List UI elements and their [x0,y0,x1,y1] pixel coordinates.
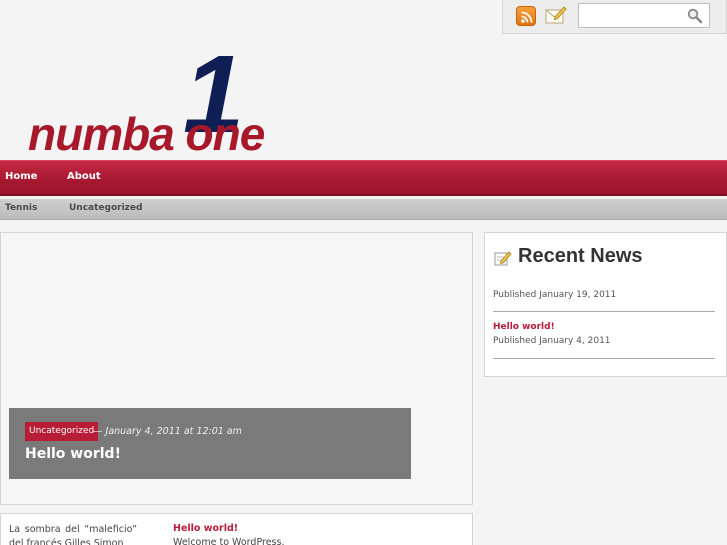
main-nav: Home About [0,160,727,196]
divider [493,358,715,359]
featured-post-title[interactable]: Hello world! [25,446,121,462]
post-excerpt: Welcome to WordPress. [173,537,285,545]
search-input[interactable] [583,7,683,24]
widget-title: Recent News [518,245,643,267]
category-item-uncategorized[interactable]: Uncategorized [69,203,142,213]
list-item: Published January 19, 2011 [493,290,715,300]
posts-panel: La sombra del “maleficio” del francés Gi… [0,513,473,545]
recent-news-widget: Recent News Published January 19, 2011 H… [484,232,727,377]
post-meta: Published January 4, 2011 [493,336,611,346]
category-item-tennis[interactable]: Tennis [5,203,37,213]
search-icon[interactable] [687,8,703,28]
rss-icon[interactable] [516,6,536,26]
logo-text: numba one [28,108,265,160]
list-item: Hello world! Published January 4, 2011 [493,322,715,346]
post-date: — January 4, 2011 at 12:01 am [93,426,242,437]
featured-post: Uncategorized — January 4, 2011 at 12:01… [0,232,473,505]
post-meta: Published January 19, 2011 [493,290,617,300]
post-excerpt: La sombra del “maleficio” del francés Gi… [9,524,137,545]
nav-item-home[interactable]: Home [5,171,37,182]
recent-post-link[interactable]: Hello world! [493,322,715,332]
featured-caption: Uncategorized — January 4, 2011 at 12:01… [9,408,411,479]
top-utility-box [502,0,727,34]
category-nav: Tennis Uncategorized [0,199,727,220]
nav-item-about[interactable]: About [67,171,101,182]
site-logo[interactable]: 1 numba one [28,40,318,162]
search-box [578,3,710,28]
divider [493,311,715,312]
nav-divider [0,194,727,196]
subscribe-email-icon[interactable] [545,5,567,25]
note-edit-icon [494,250,512,266]
category-badge[interactable]: Uncategorized [25,422,99,441]
post-title[interactable]: Hello world! [173,523,238,534]
